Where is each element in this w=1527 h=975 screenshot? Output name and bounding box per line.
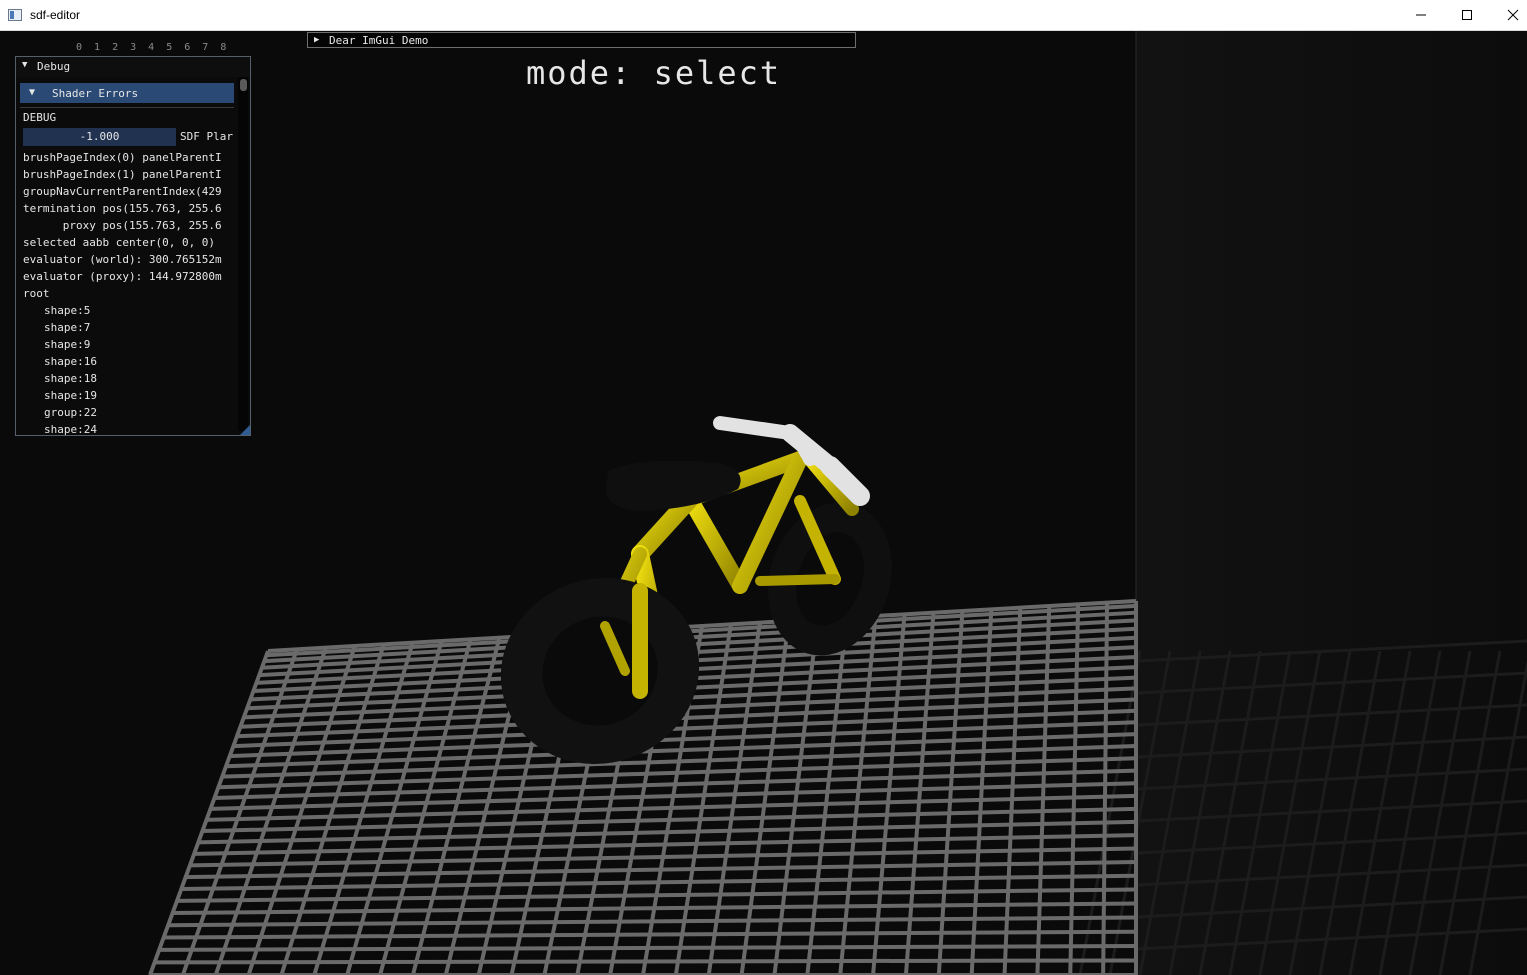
maximize-button[interactable] — [1444, 0, 1490, 30]
tree-item[interactable]: shape:9 — [44, 338, 90, 351]
tree-root[interactable]: root — [23, 287, 50, 300]
maximize-icon — [1462, 10, 1472, 20]
collapse-arrow-icon[interactable]: ▼ — [22, 60, 27, 70]
app-icon — [8, 9, 22, 21]
minimize-button[interactable] — [1398, 0, 1444, 30]
debug-section-label: DEBUG — [23, 111, 57, 124]
debug-panel[interactable]: ▼ Debug ▼ Shader Errors DEBUG -1.000 SDF… — [15, 56, 251, 436]
collapse-arrow-icon: ▼ — [29, 87, 36, 98]
debug-scrollbar-thumb[interactable] — [240, 79, 247, 91]
debug-line: brushPageIndex(1) panelParentI — [23, 168, 222, 181]
bicycle-model — [500, 416, 892, 764]
dear-imgui-demo-window[interactable]: ▶ Dear ImGui Demo — [307, 32, 856, 48]
debug-line: evaluator (world): 300.765152m — [23, 253, 222, 266]
debug-scrollbar[interactable] — [238, 77, 248, 431]
debug-panel-header[interactable]: ▼ Debug — [16, 57, 250, 77]
window-titlebar: sdf-editor — [0, 0, 1527, 31]
tab-numbers[interactable]: 0 1 2 3 4 5 6 7 8 — [76, 42, 229, 53]
debug-line: termination pos(155.763, 255.6 — [23, 202, 222, 215]
tree-item[interactable]: shape:5 — [44, 304, 90, 317]
shader-errors-label: Shader Errors — [52, 87, 139, 100]
separator — [20, 107, 234, 108]
debug-line: brushPageIndex(0) panelParentI — [23, 151, 222, 164]
mode-indicator: mode: select — [526, 54, 782, 92]
tree-item[interactable]: shape:24 — [44, 423, 97, 435]
grid-line — [159, 944, 1137, 952]
sdf-plane-slider-label: SDF Plar — [180, 130, 233, 143]
tree-item[interactable]: shape:18 — [44, 372, 97, 385]
tree-item[interactable]: shape:16 — [44, 355, 97, 368]
bike-seat — [606, 460, 741, 511]
debug-line: groupNavCurrentParentIndex(429 — [23, 185, 222, 198]
grid-line — [266, 603, 1137, 658]
window-title: sdf-editor — [30, 8, 81, 22]
sdf-plane-slider[interactable]: -1.000 — [23, 128, 176, 146]
close-button[interactable] — [1490, 0, 1527, 30]
grid-line — [154, 958, 1137, 965]
debug-line: proxy pos(155.763, 255.6 — [23, 219, 222, 232]
tree-item[interactable]: shape:7 — [44, 321, 90, 334]
shader-errors-header[interactable]: ▼ Shader Errors — [20, 83, 234, 103]
tree-item[interactable]: group:22 — [44, 406, 97, 419]
debug-line: evaluator (proxy): 144.972800m — [23, 270, 222, 283]
collapse-arrow-icon[interactable]: ▶ — [314, 35, 319, 45]
close-icon — [1507, 9, 1519, 21]
demo-window-title: Dear ImGui Demo — [329, 34, 429, 47]
minimize-icon — [1416, 14, 1426, 16]
right-panel-area — [1136, 31, 1527, 975]
debug-line: selected aabb center(0, 0, 0) — [23, 236, 216, 249]
resize-grip[interactable] — [240, 425, 250, 435]
tree-item[interactable]: shape:19 — [44, 389, 97, 402]
debug-panel-title: Debug — [37, 60, 71, 73]
